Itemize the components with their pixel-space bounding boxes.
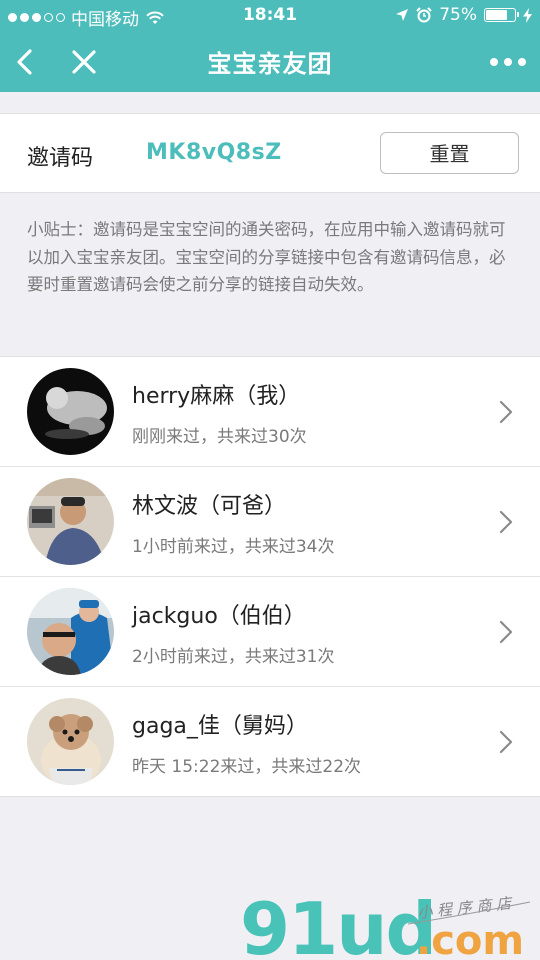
avatar bbox=[27, 588, 114, 675]
navigation-bar: 宝宝亲友团 bbox=[0, 30, 540, 92]
svg-text:.com: .com bbox=[416, 918, 524, 960]
battery-percent: 75% bbox=[439, 5, 477, 25]
member-visit-info: 2小时前来过，共来过31次 bbox=[132, 647, 335, 667]
status-bar: 中国移动 18:41 75% bbox=[0, 0, 540, 30]
member-row[interactable]: herry麻麻（我） 刚刚来过，共来过30次 bbox=[0, 357, 540, 467]
chevron-right-icon bbox=[499, 400, 513, 424]
member-row[interactable]: jackguo（伯伯） 2小时前来过，共来过31次 bbox=[0, 577, 540, 687]
member-visit-info: 昨天 15:22来过，共来过22次 bbox=[132, 757, 362, 777]
member-name: jackguo（伯伯） bbox=[132, 604, 306, 629]
reset-button[interactable]: 重置 bbox=[380, 132, 519, 174]
member-row[interactable]: gaga_佳（舅妈） 昨天 15:22来过，共来过22次 bbox=[0, 687, 540, 796]
member-name: 林文波（可爸） bbox=[132, 494, 287, 519]
chevron-right-icon bbox=[499, 510, 513, 534]
battery-icon bbox=[484, 8, 519, 22]
member-name: herry麻麻（我） bbox=[132, 384, 301, 409]
member-visit-info: 刚刚来过，共来过30次 bbox=[132, 427, 307, 447]
more-dots-icon bbox=[490, 58, 526, 66]
avatar bbox=[27, 698, 114, 785]
member-visit-info: 1小时前来过，共来过34次 bbox=[132, 537, 335, 557]
avatar bbox=[27, 478, 114, 565]
more-button[interactable] bbox=[484, 42, 532, 82]
member-name: gaga_佳（舅妈） bbox=[132, 714, 308, 739]
charging-bolt-icon bbox=[523, 7, 532, 23]
chevron-right-icon bbox=[499, 620, 513, 644]
status-right: 75% bbox=[395, 5, 532, 25]
page-title: 宝宝亲友团 bbox=[207, 50, 333, 78]
invite-code-label: 邀请码 bbox=[27, 146, 94, 171]
invite-code-value: MK8vQ8sZ bbox=[146, 140, 282, 165]
alarm-clock-icon bbox=[416, 7, 432, 23]
svg-text:91ud: 91ud bbox=[240, 887, 435, 960]
avatar bbox=[27, 368, 114, 455]
member-list: herry麻麻（我） 刚刚来过，共来过30次 林文波（可爸） 1小时前来过，共来… bbox=[0, 356, 540, 797]
watermark-logo: 91ud .com 小 程 序 商 店 bbox=[240, 887, 531, 960]
tip-text: 小贴士：邀请码是宝宝空间的通关密码，在应用中输入邀请码就可以加入宝宝亲友团。宝宝… bbox=[27, 220, 506, 294]
chevron-right-icon bbox=[499, 730, 513, 754]
location-arrow-icon bbox=[396, 9, 409, 21]
member-row[interactable]: 林文波（可爸） 1小时前来过，共来过34次 bbox=[0, 467, 540, 577]
invite-code-row: 邀请码 MK8vQ8sZ 重置 bbox=[0, 113, 540, 193]
